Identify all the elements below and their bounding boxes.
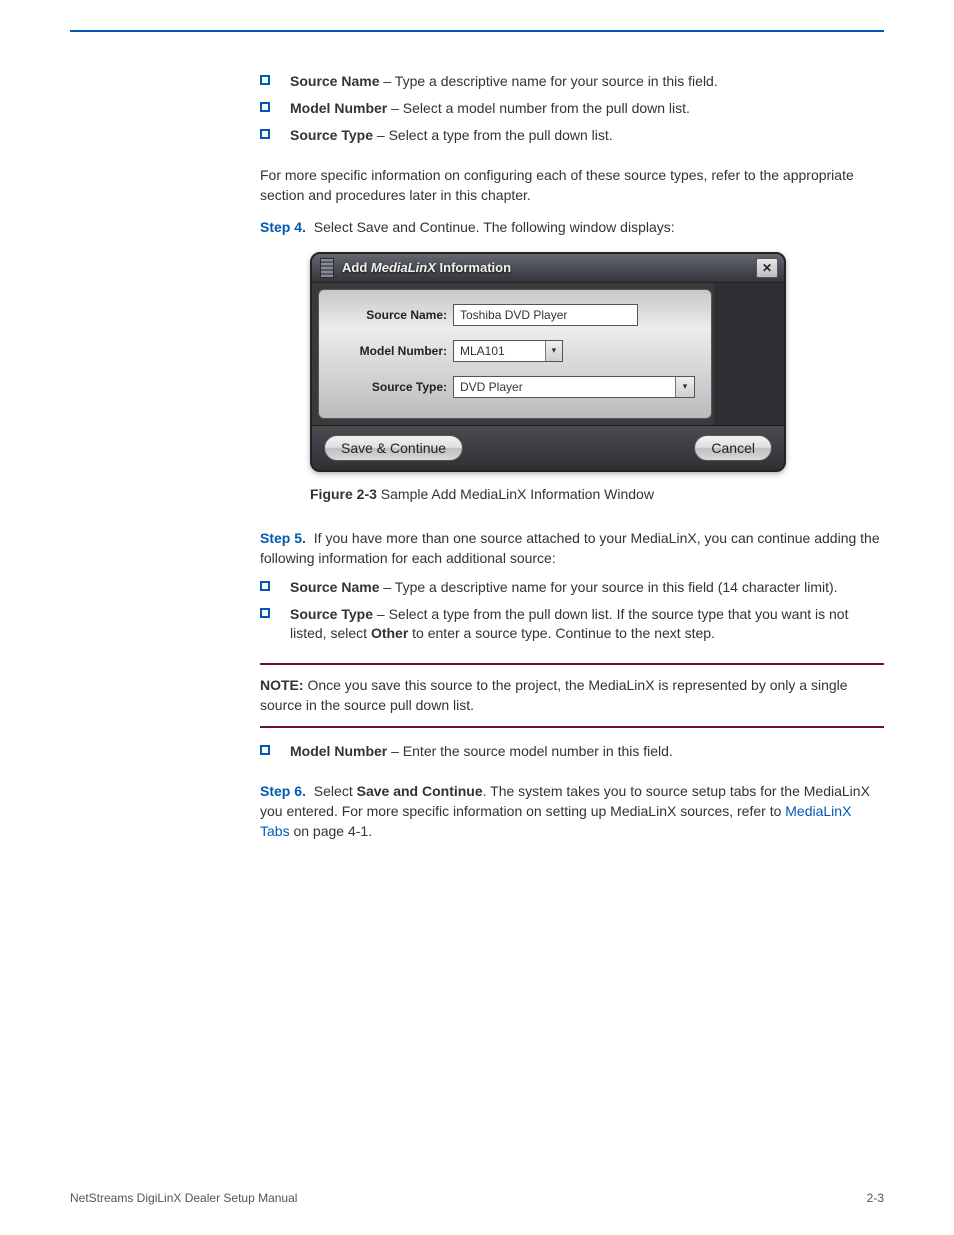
page-footer: NetStreams DigiLinX Dealer Setup Manual … — [70, 1191, 884, 1205]
bullet-icon — [260, 102, 270, 112]
dialog-panel: Source Name: Toshiba DVD Player Model Nu… — [318, 289, 712, 419]
step-text: Select Save and Continue. The following … — [310, 219, 675, 235]
dialog-footer: Save & Continue Cancel — [312, 425, 784, 470]
footer-page-number: 2-3 — [867, 1191, 884, 1205]
list-item: Source Type – Select a type from the pul… — [260, 605, 884, 643]
grip-icon — [320, 258, 334, 278]
step-5: Step 5. If you have more than one source… — [260, 528, 884, 569]
add-medialinx-dialog: Add MediaLinX Information ✕ Source Name:… — [310, 252, 786, 472]
close-icon: ✕ — [762, 261, 772, 275]
list-item: Model Number – Select a model number fro… — [260, 99, 884, 118]
source-type-row: Source Type: DVD Player ▾ — [335, 376, 695, 398]
figure-label: Figure 2-3 — [310, 486, 377, 502]
source-name-row: Source Name: Toshiba DVD Player — [335, 304, 695, 326]
bullet-icon — [260, 75, 270, 85]
note-paragraph: NOTE: Once you save this source to the p… — [260, 675, 884, 716]
field-desc-2: to enter a source type. Continue to the … — [408, 625, 715, 641]
field-desc: – Select a type from the pull down list. — [373, 127, 613, 143]
field-name: Source Name — [290, 73, 379, 89]
footer-left: NetStreams DigiLinX Dealer Setup Manual — [70, 1191, 297, 1205]
field-name: Model Number — [290, 743, 387, 759]
fields-list-3: Model Number – Enter the source model nu… — [260, 742, 884, 761]
fields-list-1: Source Name – Type a descriptive name fo… — [260, 72, 884, 145]
step-text: If you have more than one source attache… — [260, 530, 880, 566]
field-desc: – Type a descriptive name for your sourc… — [379, 73, 717, 89]
bullet-icon — [260, 581, 270, 591]
bullet-icon — [260, 608, 270, 618]
save-continue-bold: Save and Continue — [357, 783, 483, 799]
title-suffix: Information — [436, 260, 511, 275]
field-desc: – Enter the source model number in this … — [387, 743, 673, 759]
field-desc: – Type a descriptive name for your sourc… — [379, 579, 837, 595]
field-name: Source Type — [290, 127, 373, 143]
dialog-side-panel — [714, 283, 784, 425]
model-number-select[interactable]: MLA101 ▾ — [453, 340, 563, 362]
bullet-icon — [260, 745, 270, 755]
dialog-title: Add MediaLinX Information — [342, 260, 511, 275]
note-block: NOTE: Once you save this source to the p… — [260, 663, 884, 728]
figure-caption: Figure 2-3 Sample Add MediaLinX Informat… — [310, 484, 884, 504]
source-type-value: DVD Player — [454, 377, 675, 397]
chevron-down-icon: ▾ — [675, 377, 694, 397]
step-4: Step 4. Select Save and Continue. The fo… — [260, 217, 884, 237]
figure-caption-text: Sample Add MediaLinX Information Window — [377, 486, 654, 502]
bullet-icon — [260, 129, 270, 139]
note-rule-top — [260, 663, 884, 665]
cancel-button[interactable]: Cancel — [694, 435, 772, 461]
chevron-down-icon: ▾ — [545, 341, 562, 361]
step-label: Step 6. — [260, 783, 306, 799]
step-label: Step 4. — [260, 219, 306, 235]
dialog-body: Source Name: Toshiba DVD Player Model Nu… — [312, 283, 784, 425]
other-bold: Other — [371, 625, 408, 641]
model-number-label: Model Number: — [335, 344, 453, 358]
model-number-row: Model Number: MLA101 ▾ — [335, 340, 695, 362]
title-accent: MediaLinX — [371, 260, 436, 275]
save-continue-button[interactable]: Save & Continue — [324, 435, 463, 461]
list-item: Source Name – Type a descriptive name fo… — [260, 578, 884, 597]
close-button[interactable]: ✕ — [756, 258, 778, 278]
list-item: Source Name – Type a descriptive name fo… — [260, 72, 884, 91]
source-name-label: Source Name: — [335, 308, 453, 322]
paragraph: For more specific information on configu… — [260, 165, 884, 206]
title-prefix: Add — [342, 260, 371, 275]
field-desc: – Select a model number from the pull do… — [387, 100, 690, 116]
step-text-d: on page 4-1. — [290, 823, 373, 839]
field-name: Source Type — [290, 606, 373, 622]
field-name: Source Name — [290, 579, 379, 595]
body-content: Source Name – Type a descriptive name fo… — [260, 72, 884, 842]
source-name-input[interactable]: Toshiba DVD Player — [453, 304, 638, 326]
source-type-select[interactable]: DVD Player ▾ — [453, 376, 695, 398]
list-item: Source Type – Select a type from the pul… — [260, 126, 884, 145]
step-6: Step 6. Select Save and Continue. The sy… — [260, 781, 884, 842]
field-name: Model Number — [290, 100, 387, 116]
note-text: Once you save this source to the project… — [260, 677, 848, 713]
header-rule — [70, 30, 884, 32]
model-number-value: MLA101 — [454, 341, 545, 361]
dialog-titlebar: Add MediaLinX Information ✕ — [312, 254, 784, 283]
list-item: Model Number – Enter the source model nu… — [260, 742, 884, 761]
source-name-value: Toshiba DVD Player — [460, 308, 567, 322]
step-label: Step 5. — [260, 530, 306, 546]
note-label: NOTE: — [260, 677, 304, 693]
fields-list-2: Source Name – Type a descriptive name fo… — [260, 578, 884, 643]
source-type-label: Source Type: — [335, 380, 453, 394]
step-text-a: Select — [310, 783, 357, 799]
figure-wrap: Add MediaLinX Information ✕ Source Name:… — [310, 252, 884, 504]
note-rule-bottom — [260, 726, 884, 728]
